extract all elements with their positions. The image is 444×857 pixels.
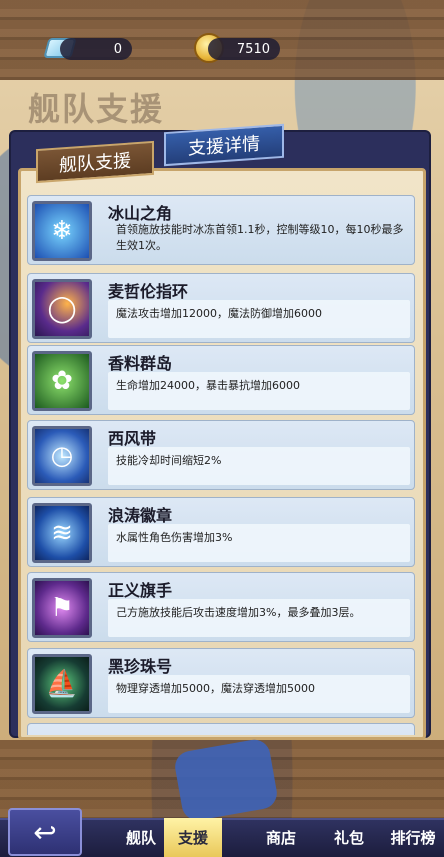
list-item[interactable]: ◯ 麦哲伦指环 魔法攻击增加12000，魔法防御增加6000 xyxy=(27,273,415,343)
wave-icon: ≋ xyxy=(32,503,92,563)
item-desc: 技能冷却时间缩短2% xyxy=(116,454,222,467)
item-desc: 己方施放技能后攻击速度增加3%，最多叠加3层。 xyxy=(116,606,361,619)
nav-fleet[interactable]: 舰队 xyxy=(112,818,170,857)
support-list[interactable]: ❄ 冰山之角 首领施放技能时冰冻首领1.1秒，控制等级10，每10秒最多生效1次… xyxy=(27,195,417,735)
list-item[interactable]: ✿ 香料群岛 生命增加24000，暴击暴抗增加6000 xyxy=(27,345,415,415)
item-desc: 水属性角色伤害增加3% xyxy=(116,531,233,544)
item-name: 正义旗手 xyxy=(108,581,173,600)
nav-gift[interactable]: 礼包 xyxy=(320,818,378,857)
gem-count: 0 xyxy=(113,41,122,57)
ring-icon: ◯ xyxy=(32,279,92,339)
item-name: 黑珍珠号 xyxy=(108,657,173,676)
gold-count: 7510 xyxy=(236,41,270,57)
item-desc: 魔法攻击增加12000，魔法防御增加6000 xyxy=(116,307,322,320)
list-item[interactable]: ◷ 西风带 技能冷却时间缩短2% xyxy=(27,420,415,490)
item-name: 麦哲伦指环 xyxy=(108,282,189,301)
list-item-partial[interactable] xyxy=(27,723,415,735)
page-title: 舰队支援 xyxy=(28,90,165,128)
ice-witch-icon: ❄ xyxy=(32,201,92,261)
item-desc: 生命增加24000，暴击暴抗增加6000 xyxy=(116,379,300,392)
back-arrow-icon: ↩ xyxy=(33,815,57,849)
list-item[interactable]: ❄ 冰山之角 首领施放技能时冰冻首领1.1秒，控制等级10，每10秒最多生效1次… xyxy=(27,195,415,265)
list-item[interactable]: ⛵ 黑珍珠号 物理穿透增加5000，魔法穿透增加5000 xyxy=(27,648,415,718)
list-item[interactable]: ⚑ 正义旗手 己方施放技能后攻击速度增加3%，最多叠加3层。 xyxy=(27,572,415,642)
gem-counter: 0 xyxy=(60,38,132,60)
ship-icon: ⛵ xyxy=(32,654,92,714)
item-name: 西风带 xyxy=(108,429,157,448)
nav-leaderboard[interactable]: 排行榜 xyxy=(384,818,442,857)
back-button[interactable]: ↩ xyxy=(8,808,82,856)
item-desc: 物理穿透增加5000，魔法穿透增加5000 xyxy=(116,682,315,695)
item-name: 香料群岛 xyxy=(108,354,173,373)
clock-icon: ◷ xyxy=(32,426,92,486)
nav-support[interactable]: 支援 xyxy=(164,818,222,857)
item-desc: 首领施放技能时冰冻首领1.1秒，控制等级10，每10秒最多生效1次。 xyxy=(116,223,404,252)
island-icon: ✿ xyxy=(32,351,92,411)
item-name: 冰山之角 xyxy=(108,204,173,223)
nav-shop[interactable]: 商店 xyxy=(252,818,310,857)
gold-counter: 7510 xyxy=(208,38,280,60)
item-name: 浪涛徽章 xyxy=(108,506,173,525)
flag-bearer-icon: ⚑ xyxy=(32,578,92,638)
list-item[interactable]: ≋ 浪涛徽章 水属性角色伤害增加3% xyxy=(27,497,415,567)
